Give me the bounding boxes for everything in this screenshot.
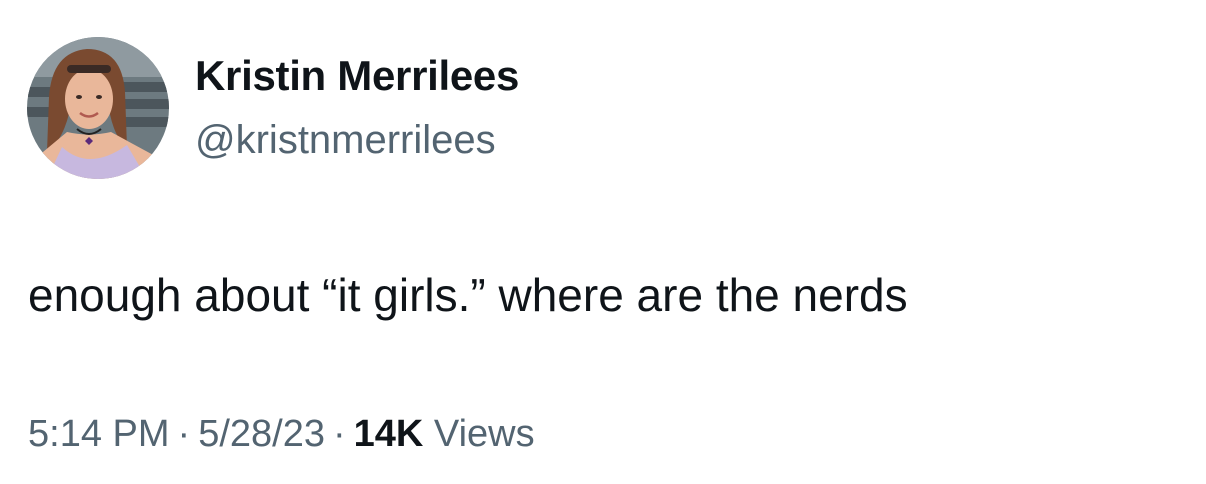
- tweet-time[interactable]: 5:14 PM: [28, 413, 170, 455]
- avatar[interactable]: [27, 37, 169, 179]
- profile-photo-icon: [27, 37, 169, 179]
- tweet-text: enough about “it girls.” where are the n…: [28, 269, 908, 321]
- views-count: 14K: [353, 413, 424, 455]
- tweet-card: Kristin Merrilees @kristnmerrilees enoug…: [0, 0, 1206, 484]
- meta-separator: ·: [332, 413, 346, 455]
- tweet-meta: 5:14 PM · 5/28/23 · 14K Views: [28, 415, 535, 453]
- author-display-name[interactable]: Kristin Merrilees: [195, 55, 519, 97]
- views-link[interactable]: 14K Views: [354, 413, 535, 455]
- author-handle[interactable]: @kristnmerrilees: [195, 120, 496, 160]
- meta-separator: ·: [177, 413, 191, 455]
- tweet-date[interactable]: 5/28/23: [198, 413, 325, 455]
- views-label: Views: [433, 413, 535, 455]
